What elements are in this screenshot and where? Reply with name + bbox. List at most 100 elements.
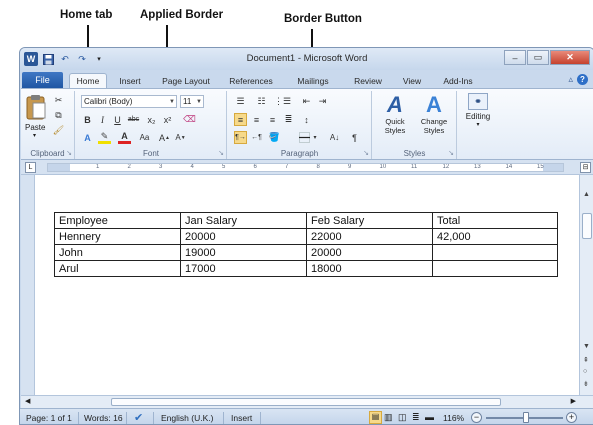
proofing-icon[interactable]: ✔ [134,411,143,424]
border-button[interactable] [298,131,311,144]
language-indicator[interactable]: English (U.K.) [161,413,213,423]
horizontal-scroll-thumb[interactable] [111,398,501,406]
line-spacing-icon[interactable]: ↕ [300,113,313,126]
cut-icon[interactable]: ✂ [52,94,65,107]
superscript-icon[interactable]: x² [161,113,174,126]
table-cell[interactable]: 20000 [180,228,307,245]
web-layout-view-icon[interactable]: ◫ [398,412,407,423]
zoom-level[interactable]: 116% [443,413,464,423]
close-button[interactable]: ✕ [550,50,590,65]
page-count[interactable]: Page: 1 of 1 [26,413,72,423]
maximize-button[interactable]: ▭ [527,50,549,65]
tab-add-ins[interactable]: Add-Ins [437,73,479,88]
bold-icon[interactable]: B [81,113,94,126]
vertical-scroll-thumb[interactable] [582,213,592,239]
shrink-font-icon[interactable]: A ▼ [174,131,187,144]
copy-icon[interactable]: ⧉ [52,109,65,122]
rtl-icon[interactable]: ←¶ [250,131,263,144]
clear-formatting-icon[interactable]: ⌫ [183,113,196,126]
document-area[interactable]: Employee Jan Salary Feb Salary Total Hennery… [21,175,579,395]
table-header-cell[interactable]: Total [432,212,558,229]
grow-font-icon[interactable]: A ▲ [158,131,171,144]
decrease-indent-icon[interactable]: ⇤ [300,95,313,108]
format-painter-icon[interactable]: 🖌 [52,124,65,137]
bullets-icon[interactable]: ☰ [234,95,247,108]
table-cell[interactable]: 19000 [180,244,307,261]
tab-selector-icon[interactable]: L [25,162,36,173]
text-effects-icon[interactable]: A [81,131,94,144]
table-header-cell[interactable]: Employee [54,212,181,229]
minimize-ribbon-icon[interactable]: ▵ [568,74,573,85]
increase-indent-icon[interactable]: ⇥ [316,95,329,108]
tab-insert[interactable]: Insert [113,73,147,88]
tab-review[interactable]: Review [349,73,387,88]
align-center-icon[interactable]: ≡ [250,113,263,126]
scroll-left-icon[interactable]: ◀ [25,397,30,405]
help-icon[interactable]: ? [577,74,588,85]
tab-page-layout[interactable]: Page Layout [158,73,214,88]
editing-button[interactable]: ⚭ Editing ▾ [461,93,495,137]
full-screen-view-icon[interactable]: ▥ [384,412,393,423]
tab-file[interactable]: File [22,72,63,88]
zoom-out-icon[interactable]: − [471,412,482,423]
sort-icon[interactable]: A↓ [328,131,341,144]
outline-view-icon[interactable]: ≣ [412,412,420,423]
print-layout-view-icon[interactable]: ▤ [369,411,382,424]
table-cell[interactable]: Hennery [54,228,181,245]
tab-mailings[interactable]: Mailings [292,73,334,88]
underline-icon[interactable]: U [111,113,124,126]
table-cell[interactable]: Arul [54,260,181,277]
view-ruler-icon[interactable]: ⊟ [580,162,591,173]
strikethrough-icon[interactable]: abc [127,113,140,126]
highlight-icon[interactable]: ✎ [98,131,111,144]
multilevel-list-icon[interactable]: ⋮☰ [274,95,291,108]
change-styles-button[interactable]: A Change Styles [415,93,453,145]
salary-table[interactable]: Employee Jan Salary Feb Salary Total Hennery… [54,212,558,277]
table-cell[interactable]: John [54,244,181,261]
tab-view[interactable]: View [397,73,427,88]
draft-view-icon[interactable]: ▬ [425,412,434,422]
word-count[interactable]: Words: 16 [84,413,123,423]
subscript-icon[interactable]: x₂ [145,113,158,126]
align-right-icon[interactable]: ≡ [266,113,279,126]
zoom-slider-knob[interactable] [523,412,530,423]
table-cell[interactable] [432,244,558,261]
italic-icon[interactable]: I [96,113,109,126]
paragraph-launcher-icon[interactable]: ↘ [363,149,369,157]
shading-icon[interactable]: 🪣 [268,131,281,144]
scroll-up-icon[interactable]: ▲ [583,191,590,198]
zoom-in-icon[interactable]: + [566,412,577,423]
minimize-button[interactable]: – [504,50,526,65]
show-hide-icon[interactable]: ¶ [348,131,361,144]
table-header-cell[interactable]: Jan Salary [180,212,307,229]
table-cell[interactable]: 17000 [180,260,307,277]
justify-icon[interactable]: ≣ [282,113,295,126]
table-cell[interactable]: 42,000 [432,228,558,245]
border-dropdown-icon[interactable]: ▾ [311,131,319,144]
table-cell[interactable]: 22000 [306,228,433,245]
quick-styles-button[interactable]: A Quick Styles [377,93,413,145]
tab-home[interactable]: Home [69,73,107,88]
horizontal-ruler[interactable]: 1 2 3 4 5 6 7 8 9 10 11 12 13 14 15 [47,163,564,172]
table-header-cell[interactable]: Feb Salary [306,212,433,229]
next-page-icon[interactable]: ⇟ [583,380,589,388]
scroll-right-icon[interactable]: ▶ [571,397,576,405]
browse-object-icon[interactable]: ○ [583,368,587,375]
table-cell[interactable]: 20000 [306,244,433,261]
numbering-icon[interactable]: ☷ [255,95,268,108]
clipboard-launcher-icon[interactable]: ↘ [66,149,72,157]
horizontal-scrollbar[interactable]: ◀ ▶ [21,395,593,408]
tab-references[interactable]: References [225,73,277,88]
scroll-down-icon[interactable]: ▼ [583,343,590,350]
font-size-combo[interactable]: 11 ▼ [180,95,204,108]
font-name-combo[interactable]: Calibri (Body) ▼ [81,95,177,108]
table-cell[interactable] [432,260,558,277]
align-left-icon[interactable]: ≡ [234,113,247,126]
table-cell[interactable]: 18000 [306,260,433,277]
vertical-scrollbar[interactable]: ▲ ▼ ⇞ ○ ⇟ [579,175,593,395]
ltr-icon[interactable]: ¶→ [234,131,247,144]
previous-page-icon[interactable]: ⇞ [583,356,589,364]
styles-launcher-icon[interactable]: ↘ [448,149,454,157]
vertical-ruler[interactable] [21,175,35,395]
change-case-icon[interactable]: Aa [138,131,151,144]
